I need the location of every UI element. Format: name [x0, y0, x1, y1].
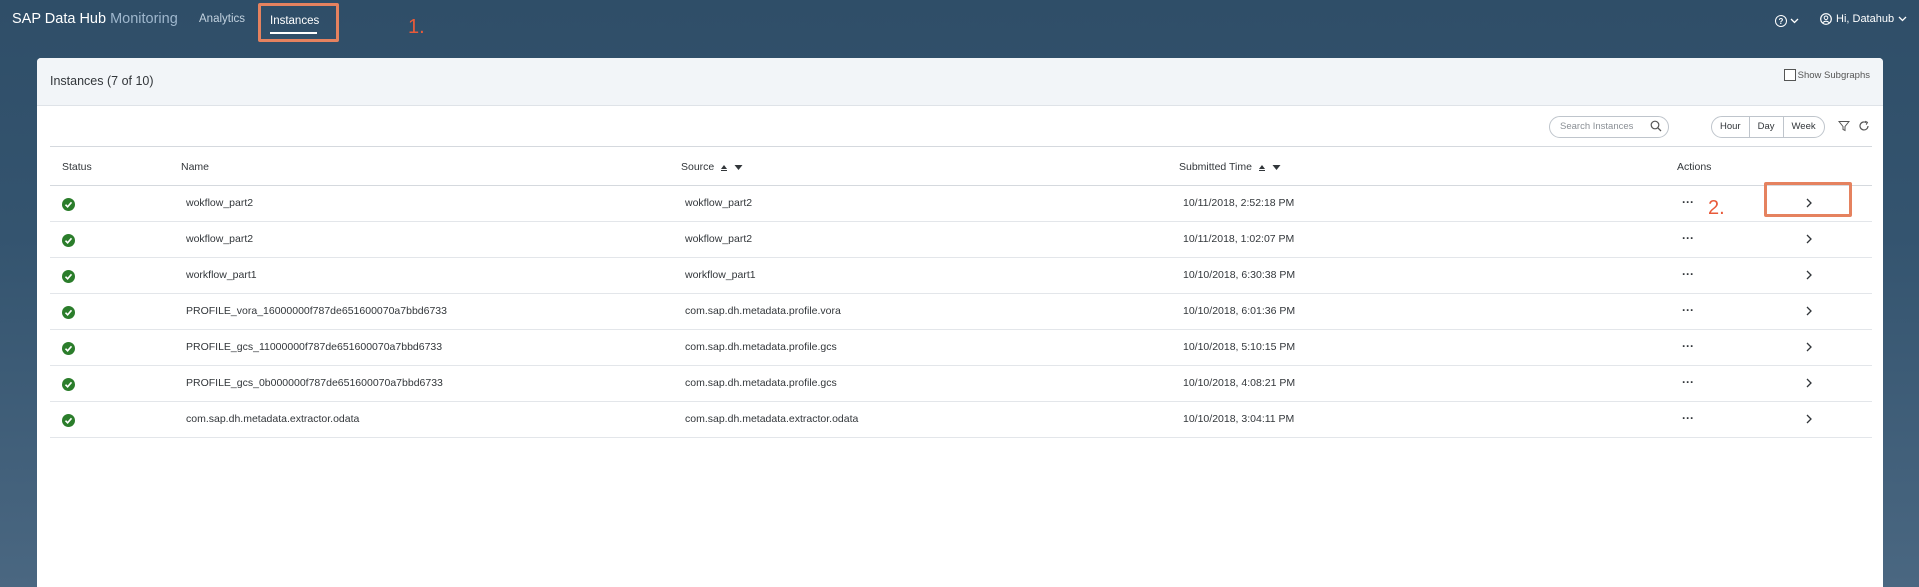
filter-dropdown-icon[interactable] [1272, 164, 1281, 171]
table-header: Status Name Source Submitted Time Action… [50, 146, 1872, 186]
brand-main: SAP Data Hub [12, 11, 107, 27]
column-status: Status [62, 161, 92, 173]
chevron-right-icon[interactable] [1804, 233, 1814, 245]
more-actions-button[interactable]: ··· [1682, 376, 1694, 388]
success-status-icon [62, 306, 75, 319]
tab-instances[interactable]: Instances [258, 3, 339, 42]
tab-selected-indicator [270, 32, 317, 34]
row-name: wokflow_part2 [186, 197, 254, 209]
instances-panel: Instances (7 of 10) Show Subgraphs Searc… [37, 58, 1883, 587]
column-submitted-time-label: Submitted Time [1179, 161, 1252, 173]
row-source: com.sap.dh.metadata.extractor.odata [685, 413, 859, 425]
row-source: com.sap.dh.metadata.profile.gcs [685, 377, 837, 389]
more-actions-button[interactable]: ··· [1682, 196, 1694, 208]
help-icon: ? [1775, 15, 1787, 27]
chevron-right-icon[interactable] [1804, 305, 1814, 317]
row-submitted-time: 10/10/2018, 5:10:15 PM [1183, 341, 1296, 353]
instances-table: Status Name Source Submitted Time Action… [50, 146, 1872, 438]
filter-dropdown-icon[interactable] [734, 164, 743, 171]
table-row[interactable]: PROFILE_gcs_11000000f787de651600070a7bbd… [50, 330, 1872, 366]
table-row[interactable]: com.sap.dh.metadata.extractor.odata com.… [50, 402, 1872, 438]
annotation-step-1: 1. [408, 16, 425, 38]
row-submitted-time: 10/10/2018, 3:04:11 PM [1183, 413, 1295, 425]
show-subgraphs-checkbox[interactable] [1783, 69, 1796, 81]
more-actions-button[interactable]: ··· [1682, 268, 1694, 280]
chevron-down-icon [1790, 18, 1799, 24]
user-menu-button[interactable]: Hi, Datahub [1820, 13, 1907, 25]
shell-bar: SAP Data Hub Monitoring Analytics Instan… [0, 0, 1919, 42]
success-status-icon [62, 234, 75, 247]
success-status-icon [62, 414, 75, 427]
row-name: PROFILE_vora_16000000f787de651600070a7bb… [186, 305, 447, 317]
chevron-right-icon[interactable] [1804, 341, 1814, 353]
annotation-step-2: 2. [1708, 197, 1725, 219]
more-actions-button[interactable]: ··· [1682, 412, 1694, 424]
tab-analytics[interactable]: Analytics [199, 13, 245, 25]
row-source: workflow_part1 [685, 269, 756, 281]
search-input[interactable]: Search Instances [1549, 116, 1669, 138]
refresh-icon[interactable] [1858, 120, 1870, 132]
table-row[interactable]: PROFILE_gcs_0b000000f787de651600070a7bbd… [50, 366, 1872, 402]
sort-ascending-icon[interactable] [1258, 163, 1266, 171]
range-week-button[interactable]: Week [1784, 117, 1824, 137]
chevron-right-icon[interactable] [1804, 413, 1814, 425]
row-submitted-time: 10/11/2018, 1:02:07 PM [1183, 233, 1295, 245]
table-row[interactable]: wokflow_part2 wokflow_part2 10/11/2018, … [50, 186, 1872, 222]
row-submitted-time: 10/10/2018, 6:30:38 PM [1183, 269, 1296, 281]
more-actions-button[interactable]: ··· [1682, 232, 1694, 244]
chevron-right-icon[interactable] [1804, 269, 1814, 281]
more-actions-button[interactable]: ··· [1682, 304, 1694, 316]
show-subgraphs-toggle[interactable]: Show Subgraphs [1783, 69, 1870, 81]
more-actions-button[interactable]: ··· [1682, 340, 1694, 352]
panel-header: Instances (7 of 10) Show Subgraphs [37, 58, 1883, 106]
chevron-down-icon [1898, 16, 1907, 22]
show-subgraphs-label: Show Subgraphs [1797, 70, 1870, 81]
row-submitted-time: 10/11/2018, 2:52:18 PM [1183, 197, 1295, 209]
row-source: wokflow_part2 [685, 197, 753, 209]
row-name: com.sap.dh.metadata.extractor.odata [186, 413, 360, 425]
row-name: workflow_part1 [186, 269, 257, 281]
column-name: Name [181, 161, 210, 173]
help-menu-button[interactable]: ? [1775, 13, 1803, 29]
user-greeting: Hi, Datahub [1836, 13, 1895, 25]
user-icon [1820, 13, 1832, 25]
column-actions: Actions [1677, 161, 1712, 173]
table-row[interactable]: PROFILE_vora_16000000f787de651600070a7bb… [50, 294, 1872, 330]
row-source: com.sap.dh.metadata.profile.gcs [685, 341, 837, 353]
sort-ascending-icon[interactable] [720, 163, 728, 171]
search-icon[interactable] [1650, 120, 1662, 132]
row-source: com.sap.dh.metadata.profile.vora [685, 305, 841, 317]
filter-icon[interactable] [1838, 120, 1850, 132]
column-source-label: Source [681, 161, 715, 173]
step-2-highlight-box [1764, 182, 1852, 217]
table-row[interactable]: workflow_part1 workflow_part1 10/10/2018… [50, 258, 1872, 294]
panel-title: Instances (7 of 10) [50, 74, 154, 88]
column-source[interactable]: Source [681, 161, 743, 173]
row-submitted-time: 10/10/2018, 6:01:36 PM [1183, 305, 1296, 317]
success-status-icon [62, 342, 75, 355]
success-status-icon [62, 198, 75, 211]
row-name: PROFILE_gcs_0b000000f787de651600070a7bbd… [186, 377, 443, 389]
range-day-button[interactable]: Day [1750, 117, 1784, 137]
row-name: wokflow_part2 [186, 233, 254, 245]
row-submitted-time: 10/10/2018, 4:08:21 PM [1183, 377, 1296, 389]
success-status-icon [62, 378, 75, 391]
success-status-icon [62, 270, 75, 283]
brand-sub: Monitoring [110, 11, 178, 27]
row-source: wokflow_part2 [685, 233, 753, 245]
tab-instances-label: Instances [270, 15, 320, 27]
column-submitted-time[interactable]: Submitted Time [1179, 161, 1281, 173]
chevron-right-icon[interactable] [1804, 377, 1814, 389]
row-name: PROFILE_gcs_11000000f787de651600070a7bbd… [186, 341, 443, 353]
time-range-selector: Hour Day Week [1711, 116, 1825, 138]
app-title: SAP Data Hub Monitoring [12, 11, 178, 27]
range-hour-button[interactable]: Hour [1712, 117, 1750, 137]
search-placeholder: Search Instances [1560, 121, 1634, 132]
table-row[interactable]: wokflow_part2 wokflow_part2 10/11/2018, … [50, 222, 1872, 258]
